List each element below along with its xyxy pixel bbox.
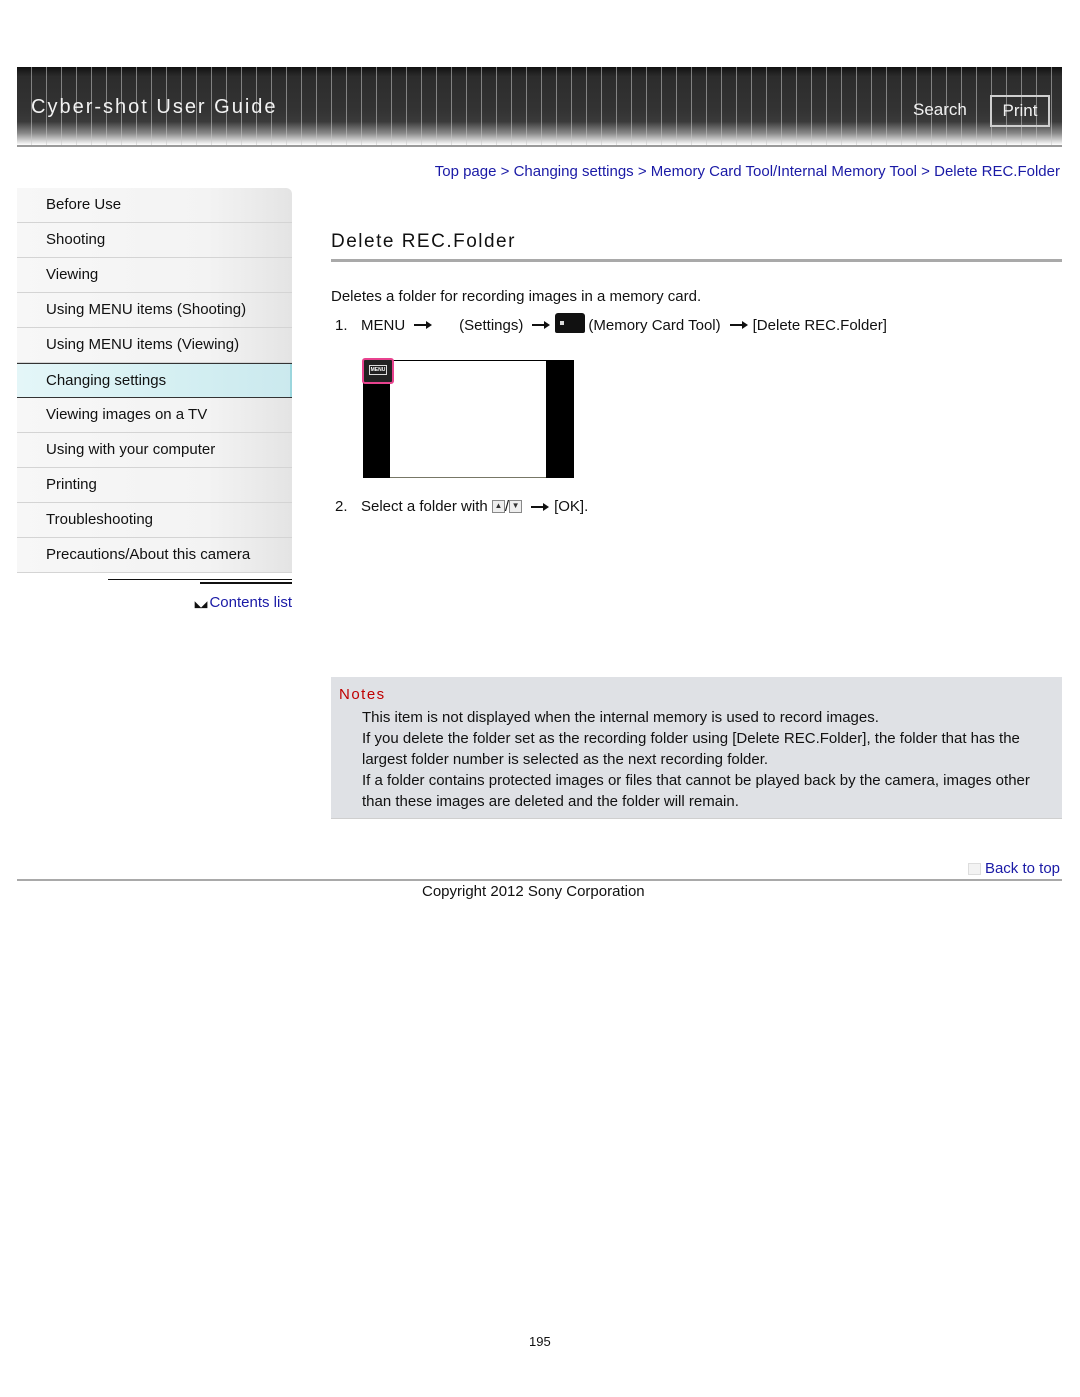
footer-divider: [17, 879, 1062, 881]
sidebar-item-shooting[interactable]: Shooting: [17, 223, 292, 258]
down-button-icon: ▼: [509, 500, 523, 513]
notes-list: This item is not displayed when the inte…: [362, 707, 1062, 812]
page-number: 195: [529, 1334, 551, 1349]
step-1: 1. MENU (Settings) (Memory Card Tool) [D…: [335, 313, 887, 337]
contents-arrow-icon: ◣◢: [194, 599, 208, 609]
notes-title: Notes: [339, 686, 386, 703]
menu-button-highlight: MENU: [362, 358, 394, 384]
copyright-text: Copyright 2012 Sony Corporation: [422, 883, 645, 900]
sidebar-item-precautions[interactable]: Precautions/About this camera: [17, 538, 292, 573]
breadcrumb-separator: >: [637, 163, 651, 180]
sidebar-item-printing[interactable]: Printing: [17, 468, 292, 503]
ok-label: [OK].: [554, 498, 589, 515]
menu-badge-icon: MENU: [369, 365, 387, 375]
sidebar-end-rule: [108, 579, 292, 585]
delete-rec-folder-label: [Delete REC.Folder]: [752, 316, 887, 334]
sidebar-item-troubleshooting[interactable]: Troubleshooting: [17, 503, 292, 538]
back-to-top-icon: [967, 862, 981, 875]
sidebar-item-before-use[interactable]: Before Use: [17, 188, 292, 223]
breadcrumb-separator: >: [500, 163, 514, 180]
sidebar-item-viewing[interactable]: Viewing: [17, 258, 292, 293]
sidebar-item-viewing-tv[interactable]: Viewing images on a TV: [17, 398, 292, 433]
sidebar-item-changing-settings[interactable]: Changing settings: [17, 363, 292, 398]
step-number: 1.: [335, 316, 348, 334]
notes-box: Notes This item is not displayed when th…: [331, 677, 1062, 819]
back-to-top-label: Back to top: [984, 860, 1060, 877]
arrow-right-icon: [414, 321, 433, 329]
memory-card-tool-icon: [555, 313, 586, 333]
sidebar-item-computer[interactable]: Using with your computer: [17, 433, 292, 468]
camera-screen-display: [390, 361, 546, 478]
header-divider: [17, 145, 1062, 147]
intro-text: Deletes a folder for recording images in…: [331, 288, 702, 305]
memory-card-tool-label: (Memory Card Tool): [588, 316, 721, 334]
arrow-right-icon: [531, 502, 550, 511]
site-title: Cyber-shot User Guide: [31, 96, 278, 118]
breadcrumb-top-page[interactable]: Top page: [435, 163, 497, 180]
sidebar-item-menu-shooting[interactable]: Using MENU items (Shooting): [17, 293, 292, 328]
camera-screen-illustration: [363, 360, 574, 478]
contents-list-label: Contents list: [209, 594, 292, 611]
page-title: Delete REC.Folder: [331, 231, 516, 252]
sidebar-nav: Before Use Shooting Viewing Using MENU i…: [17, 188, 292, 584]
back-to-top-link[interactable]: Back to top: [967, 860, 1060, 877]
step-2: 2. Select a folder with ▲ / ▼ [OK].: [335, 498, 588, 515]
breadcrumb: Top page > Changing settings > Memory Ca…: [435, 163, 1060, 180]
note-item: If a folder contains protected images or…: [362, 772, 1030, 810]
up-button-icon: ▲: [491, 500, 505, 513]
title-divider: [331, 259, 1062, 262]
step-2-text: Select a folder with: [361, 498, 488, 515]
note-item: This item is not displayed when the inte…: [362, 709, 879, 726]
menu-label: MENU: [361, 316, 406, 334]
breadcrumb-separator: >: [921, 163, 935, 180]
note-item: If you delete the folder set as the reco…: [362, 730, 1020, 768]
sidebar-item-menu-viewing[interactable]: Using MENU items (Viewing): [17, 328, 292, 363]
search-button[interactable]: Search: [913, 100, 967, 120]
breadcrumb-memory-card-tool[interactable]: Memory Card Tool/Internal Memory Tool: [651, 163, 917, 180]
arrow-right-icon: [532, 321, 551, 329]
settings-label: (Settings): [459, 316, 524, 334]
print-button[interactable]: Print: [990, 95, 1050, 127]
step-number: 2.: [335, 498, 348, 515]
contents-list-link[interactable]: ◣◢ Contents list: [195, 594, 292, 611]
breadcrumb-changing-settings[interactable]: Changing settings: [514, 163, 634, 180]
arrow-right-icon: [729, 321, 748, 329]
breadcrumb-delete-rec-folder[interactable]: Delete REC.Folder: [934, 163, 1060, 180]
